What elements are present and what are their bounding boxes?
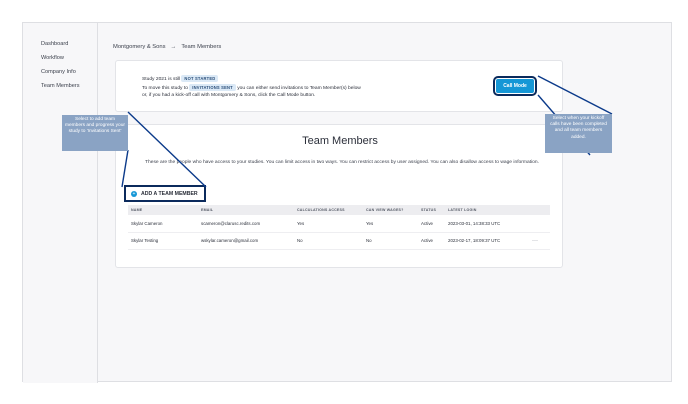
column-header-status[interactable]: STATUS xyxy=(418,205,445,215)
sidebar-item-dashboard[interactable]: Dashboard xyxy=(41,41,68,47)
call-mode-button[interactable]: Call Mode xyxy=(493,76,537,96)
sidebar-item-team-members[interactable]: Team Members xyxy=(41,83,80,89)
column-header-calculations-access[interactable]: CALCULATIONS ACCESS xyxy=(294,205,363,215)
table-header-row: NAME EMAIL CALCULATIONS ACCESS CAN VIEW … xyxy=(128,205,550,215)
column-header-can-view-wages[interactable]: CAN VIEW WAGES? xyxy=(363,205,418,215)
callout-add-member: Select to add team members and progress … xyxy=(62,115,128,151)
sidebar-item-workflow[interactable]: Workflow xyxy=(41,55,64,61)
column-header-name[interactable]: NAME xyxy=(128,205,198,215)
cell-email: scameron@clarusc.redits.com xyxy=(198,215,294,233)
column-header-email[interactable]: EMAIL xyxy=(198,205,294,215)
sidebar-item-company-info[interactable]: Company Info xyxy=(41,69,76,75)
breadcrumb-separator: → xyxy=(170,44,177,50)
cell-latest-login: 2023-02-17, 18:09:37 UTC xyxy=(445,232,529,250)
status-line-2-suffix: you can either send invitations to Team … xyxy=(237,86,361,91)
app-frame: Dashboard Workflow Company Info Team Mem… xyxy=(22,22,672,383)
status-line-1-text: Study 2021 is still xyxy=(142,77,181,82)
team-members-title: Team Members xyxy=(302,135,378,147)
column-header-latest-login[interactable]: LATEST LOGIN xyxy=(445,205,529,215)
status-line-2-prefix: To move this study to xyxy=(142,86,188,91)
cell-latest-login: 2023-03-01, 14:38:33 UTC xyxy=(445,215,529,233)
cell-status: Active xyxy=(418,215,445,233)
team-members-description: These are the people who have access to … xyxy=(145,160,539,165)
cell-can-view-wages: Yes xyxy=(363,215,418,233)
team-members-card: Team Members These are the people who ha… xyxy=(115,124,563,268)
status-line-3: or, if you had a kick-off call with Mont… xyxy=(142,93,316,98)
status-badge-current: NOT STARTED xyxy=(181,75,219,82)
cell-status: Active xyxy=(418,232,445,250)
breadcrumb-root[interactable]: Montgomery & Sons xyxy=(113,44,166,50)
study-status-card: Study 2021 is still NOT STARTED To move … xyxy=(115,60,563,112)
add-team-member-label: ADD A TEAM MEMBER xyxy=(141,190,198,197)
status-badge-target: INVITATIONS SENT xyxy=(189,84,236,91)
callout-call-mode: Select when your kickoff calls have been… xyxy=(545,114,612,153)
cell-calculations-access: Yes xyxy=(294,215,363,233)
cell-can-view-wages: No xyxy=(363,232,418,250)
ellipsis-icon[interactable]: ··· xyxy=(529,232,550,250)
cell-email: wskylar.cameron@gmail.com xyxy=(198,232,294,250)
ellipsis-icon[interactable] xyxy=(529,215,550,233)
table-row[interactable]: Skylar Testing wskylar.cameron@gmail.com… xyxy=(128,232,550,250)
add-team-member-button[interactable]: + ADD A TEAM MEMBER xyxy=(124,185,206,202)
cell-name: Skylar Testing xyxy=(128,232,198,250)
status-line-1: Study 2021 is still NOT STARTED xyxy=(142,75,219,82)
table-row[interactable]: Skylar Cameron scameron@clarusc.redits.c… xyxy=(128,215,550,233)
cell-calculations-access: No xyxy=(294,232,363,250)
plus-circle-icon: + xyxy=(131,190,137,197)
breadcrumb-current: Team Members xyxy=(181,44,222,50)
breadcrumb: Montgomery & Sons → Team Members xyxy=(113,44,221,50)
cell-name: Skylar Cameron xyxy=(128,215,198,233)
column-header-actions xyxy=(529,205,550,215)
status-line-2: To move this study to INVITATIONS SENT y… xyxy=(142,84,361,91)
team-members-table: NAME EMAIL CALCULATIONS ACCESS CAN VIEW … xyxy=(128,205,550,250)
sidebar: Dashboard Workflow Company Info Team Mem… xyxy=(23,23,98,383)
